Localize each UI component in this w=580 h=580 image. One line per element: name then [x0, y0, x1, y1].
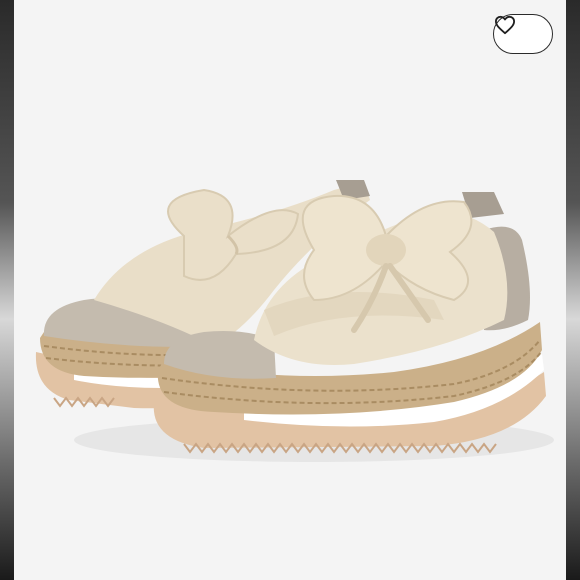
carousel-edge-right — [566, 0, 580, 580]
heart-icon — [494, 15, 515, 35]
product-image-viewer — [0, 0, 580, 580]
like-button[interactable] — [493, 14, 553, 54]
carousel-edge-left — [0, 0, 14, 580]
product-photo — [14, 0, 566, 580]
espadrille-sneakers-illustration — [35, 180, 554, 462]
